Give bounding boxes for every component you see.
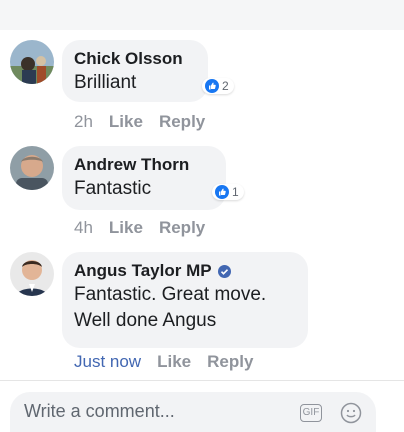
like-reaction-icon (205, 79, 219, 93)
profile-photo-icon (10, 252, 54, 296)
timestamp[interactable]: Just now (74, 352, 141, 372)
comment-text: Brilliant (74, 72, 137, 93)
profile-photo-icon (10, 40, 54, 84)
comment-text-line-1: Fantastic. Great move. (74, 284, 267, 305)
reaction-count: 1 (232, 185, 239, 199)
avatar[interactable] (10, 252, 54, 296)
author-name[interactable]: Andrew Thorn (74, 154, 189, 176)
like-reaction-icon (215, 185, 229, 199)
author-name[interactable]: Chick Olsson (74, 48, 183, 70)
timestamp[interactable]: 2h (74, 112, 93, 132)
comment-actions: 4h Like Reply (74, 218, 205, 238)
comment-composer[interactable]: Write a comment... GIF (10, 392, 376, 432)
like-button[interactable]: Like (157, 352, 191, 372)
comment-bubble[interactable]: Andrew Thorn Fantastic (62, 146, 226, 210)
comment-text-line-2: Well done Angus (74, 310, 217, 331)
reply-button[interactable]: Reply (207, 352, 253, 372)
verified-badge-icon (217, 265, 231, 279)
comment-actions: Just now Like Reply (74, 352, 253, 372)
reaction-badge[interactable]: 2 (202, 78, 234, 94)
comment-bubble[interactable]: Angus Taylor MP Fantastic. Great move. W… (62, 252, 308, 348)
timestamp[interactable]: 4h (74, 218, 93, 238)
like-button[interactable]: Like (109, 112, 143, 132)
reply-button[interactable]: Reply (159, 218, 205, 238)
divider (0, 380, 404, 381)
like-button[interactable]: Like (109, 218, 143, 238)
top-band (0, 0, 404, 30)
profile-photo-icon (10, 146, 54, 190)
comment-input-placeholder[interactable]: Write a comment... (24, 401, 175, 422)
reaction-count: 2 (222, 79, 229, 93)
smiley-icon[interactable] (340, 402, 362, 424)
comment-actions: 2h Like Reply (74, 112, 205, 132)
avatar[interactable] (10, 146, 54, 190)
comment-text: Fantastic (74, 178, 152, 199)
reaction-badge[interactable]: 1 (212, 184, 244, 200)
comment-bubble[interactable]: Chick Olsson Brilliant (62, 40, 208, 102)
reply-button[interactable]: Reply (159, 112, 205, 132)
gif-button[interactable]: GIF (300, 404, 322, 422)
avatar[interactable] (10, 40, 54, 84)
author-name[interactable]: Angus Taylor MP (74, 260, 212, 282)
